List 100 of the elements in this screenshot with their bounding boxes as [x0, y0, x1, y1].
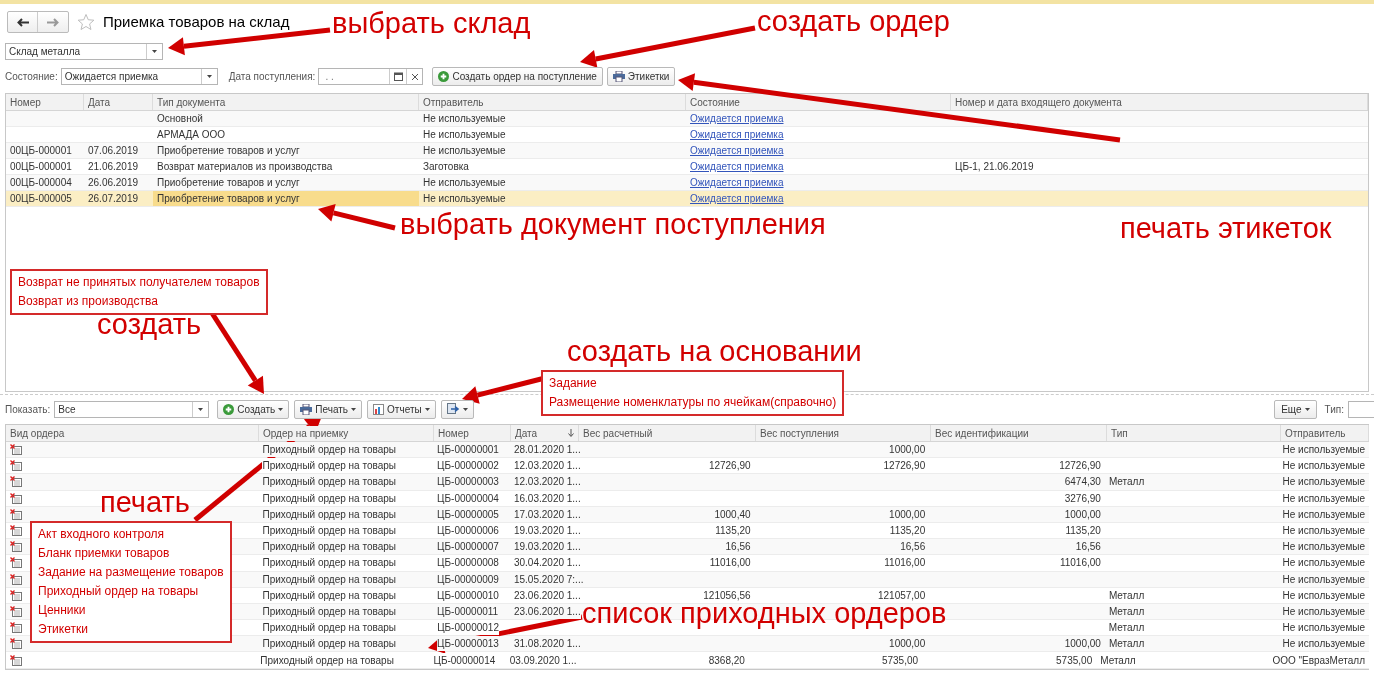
column-header[interactable]: Дата: [511, 425, 579, 441]
column-header[interactable]: Тип документа: [153, 94, 419, 110]
table-cell: ЦБ-00000007: [437, 539, 499, 555]
table-row[interactable]: 00ЦБ-000001 07.06.2019 Приобретение товаров и услуг Не используемые Ожидается приемка: [6, 143, 1368, 159]
column-header[interactable]: Номер и дата входящего документа: [951, 94, 1368, 110]
table-cell: 11016,00: [884, 555, 926, 571]
table-cell: Приходный ордер на товары: [262, 539, 396, 555]
table-cell: 12726,90: [708, 458, 751, 474]
annotation-item: Задание на размещение товаров: [38, 564, 224, 581]
table-row[interactable]: 00ЦБ-000001 21.06.2019 Возврат материалов из производства Заготовка Ожидается приемка ЦБ-1, 21.06.2019: [6, 159, 1368, 175]
column-header[interactable]: Ордер на приемку: [259, 425, 434, 441]
toolbar-button[interactable]: [440, 399, 474, 419]
table-cell: Не используемые: [1282, 539, 1365, 555]
table-row[interactable]: 00ЦБ-000005 26.07.2019 Приобретение товаров и услуг Не используемые Ожидается приемка: [6, 191, 1368, 207]
caret-icon: [198, 407, 204, 411]
table-cell: Не используемые: [1282, 458, 1365, 474]
table-cell: Не используемые: [423, 113, 506, 124]
toolbar-button[interactable]: Создать ордер на поступление: [432, 67, 603, 86]
annotation-caption: выбрать склад: [332, 8, 531, 38]
table-row[interactable]: Основной Не используемые Ожидается приемка: [6, 111, 1368, 127]
table-cell: 1135,20: [889, 523, 926, 539]
caret-icon: [1304, 407, 1310, 411]
table-cell: 00ЦБ-000004: [10, 177, 72, 188]
sort-down-icon: [568, 429, 574, 437]
table-cell: 00ЦБ-000001: [10, 161, 72, 172]
column-header[interactable]: Вес расчетный: [579, 425, 756, 441]
table-cell: 1135,20: [715, 523, 751, 539]
caret-icon: [152, 50, 157, 53]
document-x-icon: [10, 525, 22, 537]
column-header[interactable]: Дата: [84, 94, 153, 110]
column-header[interactable]: Номер: [6, 94, 84, 110]
table-cell: Приходный ордер на товары: [262, 620, 396, 636]
state-select[interactable]: Ожидается приемка: [60, 68, 218, 85]
column-header[interactable]: Состояние: [686, 94, 951, 110]
table-row[interactable]: 00ЦБ-000004 26.06.2019 Приобретение товаров и услуг Не используемые Ожидается приемка: [6, 175, 1368, 191]
table-cell: 1000,00: [1064, 636, 1101, 652]
field-label: Тип:: [1324, 402, 1344, 417]
caret-icon: [351, 407, 357, 411]
table-cell: Не используемые: [423, 145, 506, 156]
caret-icon: [424, 407, 430, 411]
column-header[interactable]: Отправитель: [419, 94, 686, 110]
table-cell: Не используемые: [423, 129, 506, 140]
arrow-right-icon: [47, 17, 59, 27]
show-select[interactable]: Все: [54, 400, 210, 418]
plus-icon: [438, 71, 450, 82]
table-cell: ЦБ-00000013: [437, 636, 499, 652]
table-cell: Приобретение товаров и услуг: [157, 193, 300, 204]
status-link[interactable]: Ожидается приемка: [690, 177, 784, 188]
star-icon[interactable]: [77, 13, 95, 31]
more-button[interactable]: Еще: [1274, 399, 1317, 419]
status-link[interactable]: Ожидается приемка: [690, 193, 784, 204]
status-link[interactable]: Ожидается приемка: [690, 145, 784, 156]
table-cell: Приобретение товаров и услуг: [157, 177, 300, 188]
status-link[interactable]: Ожидается приемка: [690, 129, 784, 140]
toolbar-button[interactable]: Создать: [217, 399, 290, 419]
table-cell: 21.06.2019: [88, 161, 139, 172]
column-header[interactable]: Вес поступления: [756, 425, 931, 441]
status-link[interactable]: Ожидается приемка: [690, 161, 784, 172]
type-field[interactable]: [1348, 400, 1374, 418]
table-cell: 12726,90: [883, 458, 926, 474]
table-cell: 11016,00: [1059, 555, 1101, 571]
table-cell: 00ЦБ-000005: [10, 193, 72, 204]
table-cell: Не используемые: [423, 177, 506, 188]
table-cell: Не используемые: [1282, 555, 1365, 571]
annotation-caption: создать: [97, 309, 202, 339]
table-cell: Приходный ордер на товары: [262, 555, 396, 571]
annotation-caption: печать этикеток: [1120, 213, 1332, 243]
table-cell: 07.06.2019: [88, 145, 139, 156]
column-header[interactable]: Номер: [434, 425, 511, 441]
warehouse-select[interactable]: Склад металла: [5, 43, 163, 60]
table-cell: Приходный ордер на товары: [262, 442, 396, 458]
table-cell: Не используемые: [1282, 523, 1365, 539]
table-cell: 1000,00: [889, 442, 926, 458]
table-cell: Заготовка: [423, 161, 469, 172]
annotation-item: Этикетки: [38, 621, 89, 638]
toolbar-button[interactable]: Этикетки: [606, 67, 676, 86]
annotation-caption: создать ордер: [757, 6, 950, 36]
window-title: Приемка товаров на склад: [103, 11, 290, 32]
table-cell: Приходный ордер на товары: [262, 458, 396, 474]
plus-icon: [223, 403, 235, 415]
toolbar-button[interactable]: Отчеты: [367, 399, 436, 419]
toolbar-button[interactable]: Печать: [294, 399, 363, 419]
table-cell: 1135,20: [1065, 523, 1101, 539]
caret-icon: [206, 75, 212, 78]
table-cell: 16,56: [1075, 539, 1101, 555]
annotation-item: Бланк приемки товаров: [38, 545, 171, 562]
arrow-left-icon: [16, 17, 29, 27]
table-cell: Приобретение товаров и услуг: [157, 145, 300, 156]
table-cell: ЦБ-00000012: [437, 620, 499, 636]
document-arrow-icon: [446, 403, 460, 415]
caret-icon: [278, 407, 284, 411]
table-cell: 1000,00: [889, 636, 926, 652]
column-header[interactable]: Вид ордера: [6, 425, 259, 441]
table-cell: 26.07.2019: [88, 193, 139, 204]
table-cell: ЦБ-1, 21.06.2019: [955, 161, 1034, 172]
annotation-item: Ценники: [38, 602, 87, 619]
table-row[interactable]: АРМАДА ООО Не используемые Ожидается приемка: [6, 127, 1368, 143]
column-header[interactable]: Тип: [1107, 425, 1281, 441]
status-link[interactable]: Ожидается приемка: [690, 113, 784, 124]
annotation-caption: создать на основании: [567, 336, 862, 366]
